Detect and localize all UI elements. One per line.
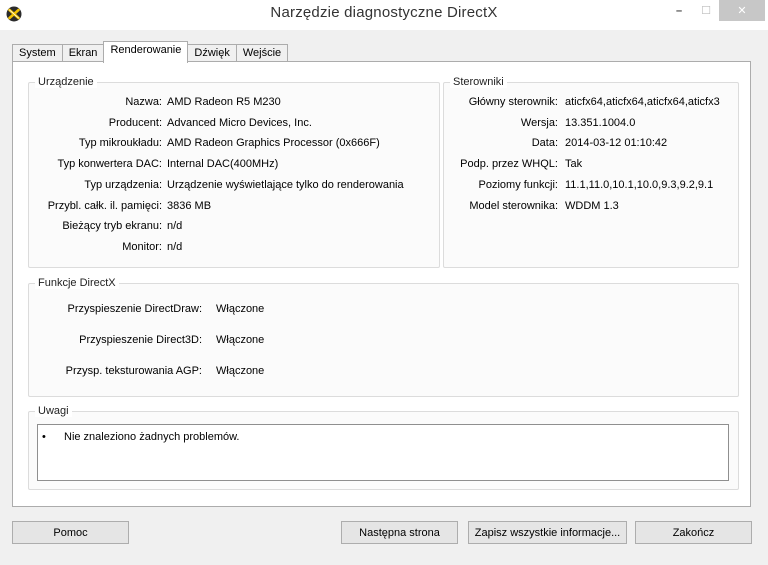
directx-features-group: Funkcje DirectX Przyspieszenie DirectDra… (28, 277, 739, 397)
device-value-name: AMD Radeon R5 M230 (167, 96, 281, 108)
driver-key-model: Model sterownika: (469, 200, 558, 212)
driver-key-main: Główny sterownik: (468, 96, 558, 108)
driver-key-whql: Podp. przez WHQL: (460, 158, 558, 170)
device-value-manufacturer: Advanced Micro Devices, Inc. (167, 117, 312, 129)
close-button[interactable]: ✕ (719, 0, 765, 21)
direct3d-accel-key: Przyspieszenie Direct3D: (79, 334, 202, 346)
direct3d-accel-value: Włączone (216, 334, 265, 346)
driver-value-main: aticfx64,aticfx64,aticfx64,aticfx3 (565, 96, 720, 108)
driver-key-date: Data: (531, 137, 558, 149)
driver-value-feature-levels: 11.1,11.0,10.1,10.0,9.3,9.2,9.1 (565, 179, 714, 191)
driver-value-model: WDDM 1.3 (565, 200, 619, 212)
title-bar[interactable]: Narzędzie diagnostyczne DirectX – ☐ ✕ (0, 0, 768, 30)
tab-strip: System Ekran Renderowanie Dźwięk Wejście (12, 41, 289, 63)
device-key-monitor: Monitor: (122, 241, 162, 253)
notes-textbox[interactable]: • Nie znaleziono żadnych problemów. (37, 424, 729, 481)
driver-value-whql: Tak (565, 158, 583, 170)
minimize-icon: – (675, 4, 683, 17)
device-key-chip-type: Typ mikroukładu: (78, 137, 162, 149)
tab-page-render: Urządzenie Nazwa: AMD Radeon R5 M230 Pro… (12, 61, 751, 507)
device-key-memory: Przybl. całk. il. pamięci: (47, 200, 162, 212)
device-key-display-mode: Bieżący tryb ekranu: (62, 220, 162, 232)
driver-value-date: 2014-03-12 01:10:42 (565, 137, 668, 149)
next-page-button[interactable]: Następna strona (341, 521, 458, 544)
maximize-icon: ☐ (701, 5, 711, 17)
device-key-manufacturer: Producent: (108, 117, 162, 129)
device-key-name: Nazwa: (125, 96, 162, 108)
device-value-memory: 3836 MB (167, 200, 212, 212)
device-value-monitor: n/d (167, 241, 183, 253)
device-value-dac-type: Internal DAC(400MHz) (167, 158, 279, 170)
drivers-group: Sterowniki Główny sterownik: aticfx64,at… (443, 76, 739, 268)
driver-value-version: 13.351.1004.0 (565, 117, 636, 129)
driver-key-feature-levels: Poziomy funkcji: (478, 179, 558, 191)
save-all-info-button[interactable]: Zapisz wszystkie informacje... (468, 521, 627, 544)
directx-features-label: Funkcje DirectX (35, 277, 119, 289)
directdraw-accel-key: Przyspieszenie DirectDraw: (67, 303, 202, 315)
agp-accel-key: Przysp. teksturowania AGP: (65, 365, 202, 377)
maximize-button[interactable]: ☐ (693, 0, 719, 21)
device-value-display-mode: n/d (167, 220, 183, 232)
notes-label: Uwagi (35, 405, 72, 417)
driver-key-version: Wersja: (520, 117, 558, 129)
directdraw-accel-value: Włączone (216, 303, 265, 315)
drivers-rows: Główny sterownik: aticfx64,aticfx64,atic… (444, 83, 738, 267)
window-title: Narzędzie diagnostyczne DirectX (270, 4, 498, 21)
tab-render[interactable]: Renderowanie (103, 41, 189, 63)
device-value-device-type: Urządzenie wyświetlające tylko do render… (167, 179, 404, 191)
notes-text: Nie znaleziono żadnych problemów. (64, 431, 240, 443)
agp-accel-value: Włączone (216, 365, 265, 377)
exit-button[interactable]: Zakończ (635, 521, 752, 544)
minimize-button[interactable]: – (665, 0, 693, 21)
device-value-chip-type: AMD Radeon Graphics Processor (0x666F) (167, 137, 380, 149)
device-key-device-type: Typ urządzenia: (84, 179, 162, 191)
close-icon: ✕ (737, 5, 747, 17)
device-key-dac-type: Typ konwertera DAC: (57, 158, 162, 170)
device-group-label: Urządzenie (35, 76, 97, 88)
notes-item: • Nie znaleziono żadnych problemów. (42, 431, 240, 443)
help-button[interactable]: Pomoc (12, 521, 129, 544)
notes-group: Uwagi • Nie znaleziono żadnych problemów… (28, 405, 739, 490)
dxdiag-window: Narzędzie diagnostyczne DirectX – ☐ ✕ Sy… (0, 0, 768, 565)
bullet-icon: • (42, 431, 46, 443)
device-group: Urządzenie Nazwa: AMD Radeon R5 M230 Pro… (28, 76, 440, 268)
